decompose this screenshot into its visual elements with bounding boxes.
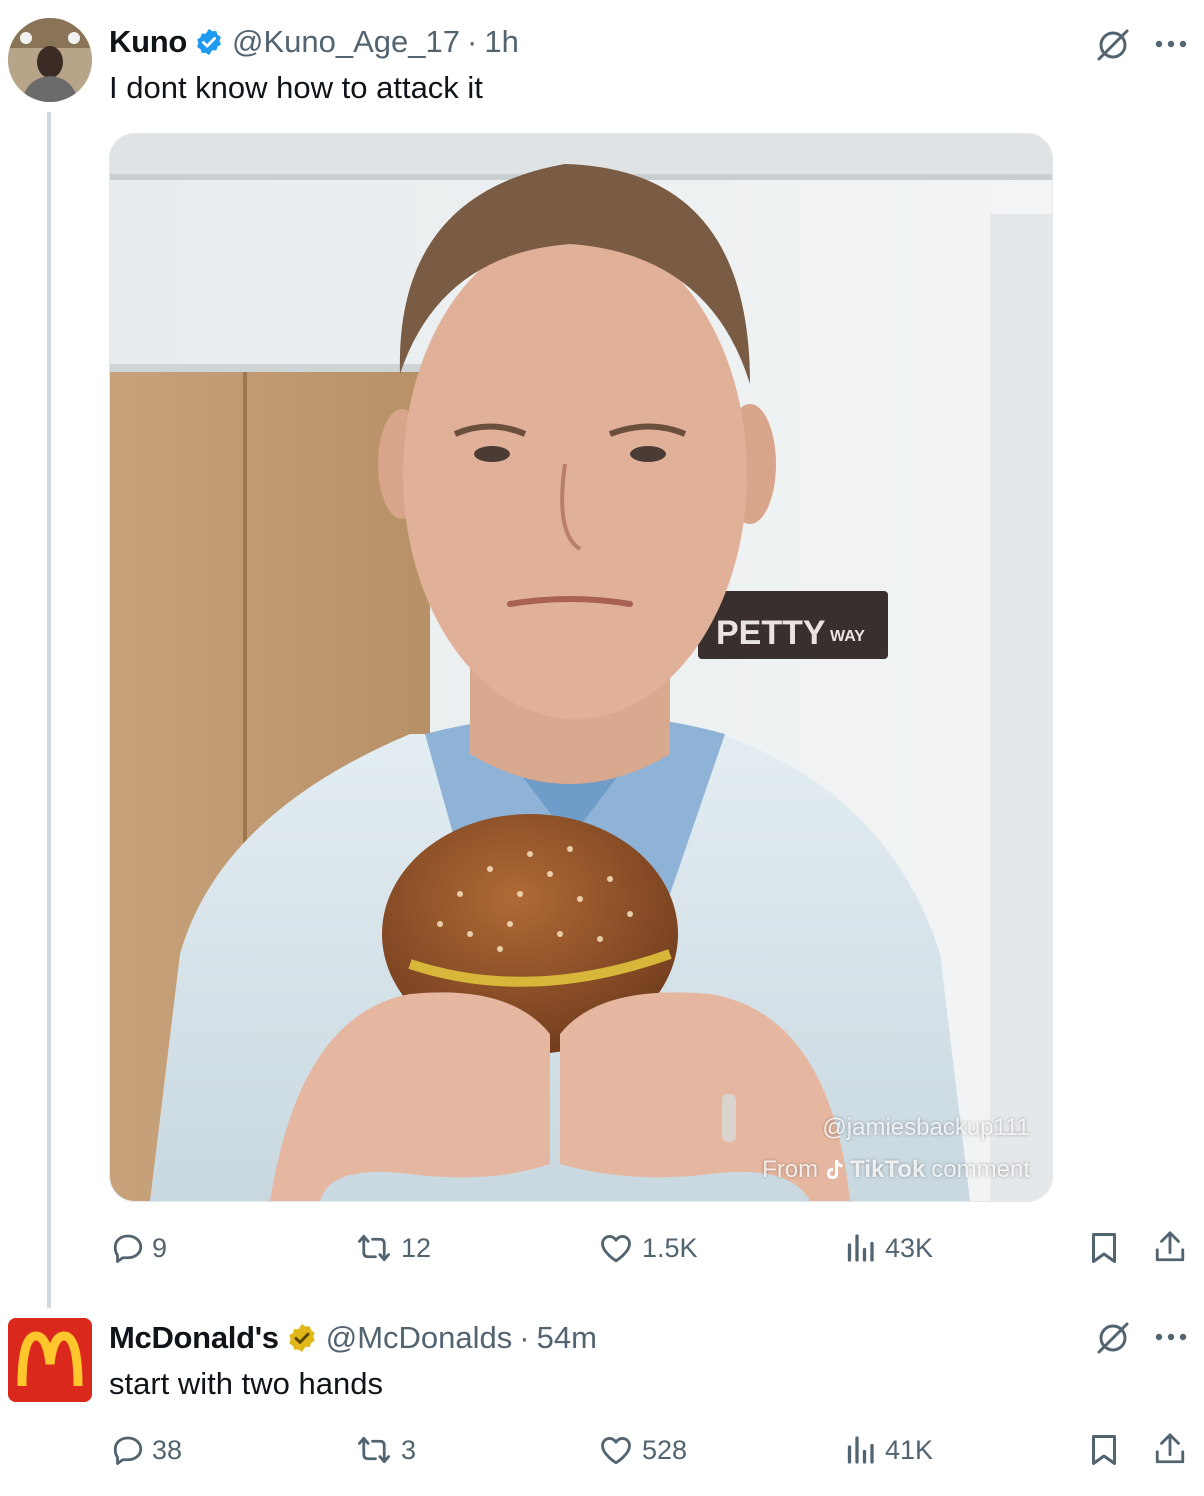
reply-icon bbox=[110, 1230, 146, 1266]
like-icon bbox=[598, 1230, 634, 1266]
verified-gold-badge-icon bbox=[286, 1322, 318, 1354]
views-count: 43K bbox=[885, 1232, 934, 1263]
user-handle[interactable]: @McDonalds bbox=[326, 1320, 513, 1356]
views-icon bbox=[845, 1432, 875, 1468]
reply-count: 9 bbox=[152, 1232, 168, 1263]
display-name[interactable]: McDonald's bbox=[109, 1320, 279, 1356]
tweet-text: start with two hands bbox=[109, 1366, 383, 1401]
repost-count: 12 bbox=[401, 1232, 432, 1263]
photo-man-holding-burger: PETTY WAY bbox=[110, 134, 1052, 1201]
thread-connector-line bbox=[47, 112, 51, 1308]
bookmark-icon[interactable] bbox=[1089, 1432, 1119, 1468]
share-icon[interactable] bbox=[1153, 1228, 1187, 1266]
views-count: 41K bbox=[885, 1434, 934, 1465]
reply-button[interactable]: 38 bbox=[110, 1432, 182, 1468]
timestamp[interactable]: 54m bbox=[537, 1320, 597, 1356]
reply-button[interactable]: 9 bbox=[110, 1230, 167, 1266]
repost-button[interactable]: 3 bbox=[355, 1432, 416, 1468]
repost-icon bbox=[355, 1432, 393, 1468]
separator-dot: · bbox=[519, 1320, 530, 1355]
tweet-header-kuno: Kuno @Kuno_Age_17 · 1h bbox=[109, 22, 519, 62]
more-icon[interactable] bbox=[1153, 1331, 1189, 1343]
avatar-mcdonalds[interactable] bbox=[8, 1318, 92, 1402]
grok-icon[interactable] bbox=[1093, 1318, 1133, 1358]
sign-text: PETTY bbox=[716, 614, 826, 652]
reply-count: 38 bbox=[152, 1434, 183, 1465]
mcdonalds-logo-icon bbox=[8, 1318, 92, 1402]
like-button[interactable]: 528 bbox=[598, 1432, 687, 1468]
like-count: 528 bbox=[642, 1434, 688, 1465]
like-count: 1.5K bbox=[642, 1232, 698, 1263]
watermark-from-label: From bbox=[762, 1156, 819, 1183]
more-icon[interactable] bbox=[1153, 38, 1189, 50]
like-button[interactable]: 1.5K bbox=[598, 1230, 698, 1266]
reply-icon bbox=[110, 1432, 146, 1468]
tweet-header-mcdonalds: McDonald's @McDonalds · 54m bbox=[109, 1318, 597, 1358]
views-button[interactable]: 41K bbox=[845, 1432, 933, 1468]
watermark-username: @jamiesbackup111 bbox=[822, 1114, 1030, 1141]
watermark-tail: comment bbox=[931, 1156, 1030, 1183]
sign-small-text: WAY bbox=[830, 628, 865, 645]
share-icon[interactable] bbox=[1153, 1430, 1187, 1468]
repost-button[interactable]: 12 bbox=[355, 1230, 431, 1266]
views-button[interactable]: 43K bbox=[845, 1230, 933, 1266]
tweet-media-image[interactable]: PETTY WAY @jamiesbackup111 From TikTok c… bbox=[109, 133, 1053, 1202]
display-name[interactable]: Kuno bbox=[109, 24, 187, 60]
avatar-kuno[interactable] bbox=[8, 18, 92, 102]
timestamp[interactable]: 1h bbox=[484, 24, 518, 60]
like-icon bbox=[598, 1432, 634, 1468]
user-handle[interactable]: @Kuno_Age_17 bbox=[232, 24, 460, 60]
views-icon bbox=[845, 1230, 875, 1266]
bookmark-icon[interactable] bbox=[1089, 1230, 1119, 1266]
grok-icon[interactable] bbox=[1093, 25, 1133, 65]
tweet-text: I dont know how to attack it bbox=[109, 70, 483, 105]
repost-count: 3 bbox=[401, 1434, 417, 1465]
repost-icon bbox=[355, 1230, 393, 1266]
separator-dot: · bbox=[467, 24, 478, 59]
watermark-brand: TikTok bbox=[850, 1156, 926, 1183]
watermark-source: From TikTok comment bbox=[762, 1156, 1030, 1184]
tiktok-logo-icon bbox=[824, 1158, 844, 1182]
verified-badge-icon bbox=[194, 27, 224, 57]
